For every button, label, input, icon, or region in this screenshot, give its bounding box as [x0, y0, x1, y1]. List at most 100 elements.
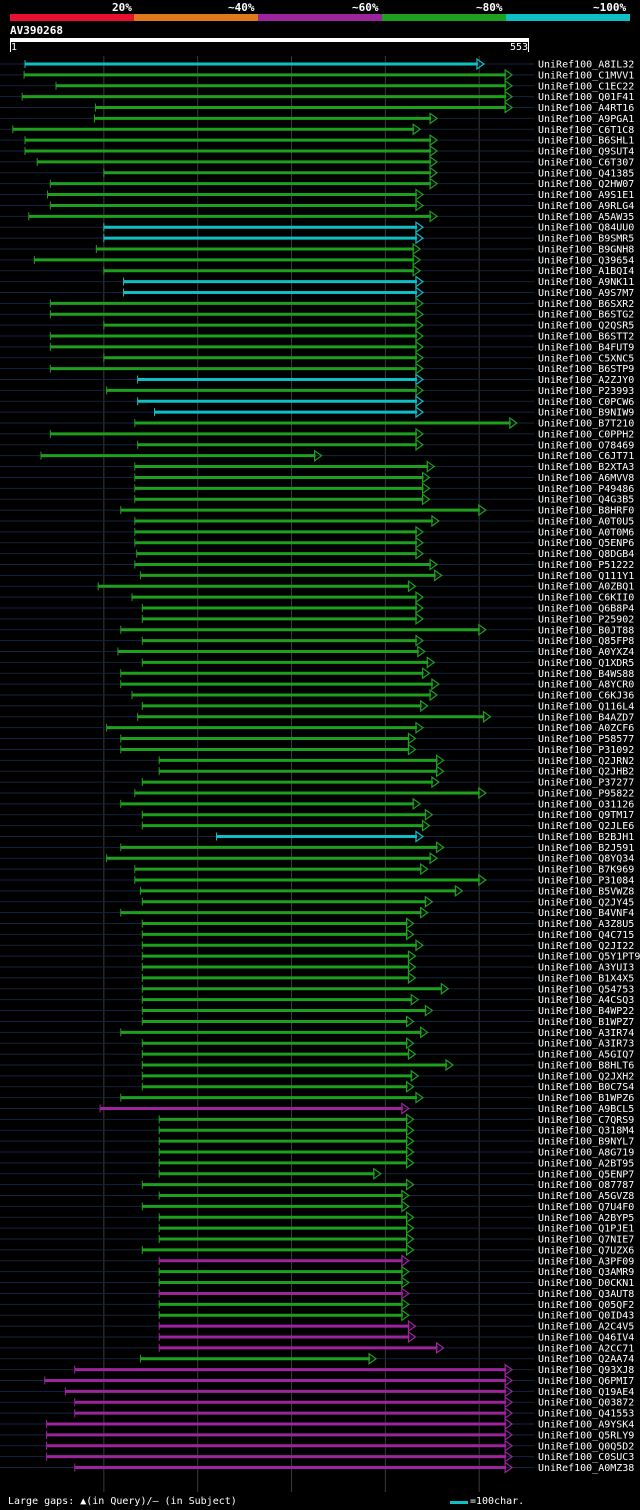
hit-label: UniRef100_Q2JXH2: [538, 1071, 634, 1082]
hit-label: UniRef100_Q7U4F0: [538, 1202, 634, 1213]
hit-label: UniRef100_A3PF09: [538, 1256, 634, 1267]
hit-label: UniRef100_A3IR73: [538, 1039, 634, 1050]
hit-label: UniRef100_C1MVV1: [538, 70, 634, 81]
hit-label: UniRef100_C6T1C8: [538, 125, 634, 136]
hit-label: UniRef100_Q5ENP7: [538, 1169, 634, 1180]
hit-label: UniRef100_Q0ID43: [538, 1311, 634, 1322]
hit-label: UniRef100_Q93XJ8: [538, 1365, 634, 1376]
hit-label: UniRef100_Q9TM17: [538, 810, 634, 821]
hit-label: UniRef100_Q1XDR5: [538, 658, 634, 669]
hit-label: UniRef100_B6STT2: [538, 332, 634, 343]
hit-label: UniRef100_A9BCL5: [538, 1104, 634, 1115]
hit-label: UniRef100_B6SHL1: [538, 136, 634, 147]
hit-label: UniRef100_Q2JY45: [538, 897, 634, 908]
footer-unit: =100char.: [470, 1496, 525, 1507]
hit-label: UniRef100_Q41553: [538, 1409, 634, 1420]
hit-label: UniRef100_Q5RLY9: [538, 1430, 634, 1441]
hit-label: UniRef100_C6T307: [538, 157, 634, 168]
hit-label: UniRef100_Q2JHB2: [538, 767, 634, 778]
hit-label: UniRef100_C0SUC3: [538, 1452, 634, 1463]
hit-label: UniRef100_B2XTA3: [538, 462, 634, 473]
hit-label: UniRef100_P31084: [538, 876, 634, 887]
hit-label: UniRef100_A0T0M6: [538, 527, 634, 538]
hit-label: UniRef100_Q1PJE1: [538, 1224, 634, 1235]
hit-label: UniRef100_A0ZBQ1: [538, 582, 634, 593]
hit-label: UniRef100_B9NYL7: [538, 1137, 634, 1148]
hit-label: UniRef100_A2CC71: [538, 1343, 634, 1354]
hit-label: UniRef100_C5XNC5: [538, 353, 634, 364]
hit-label: UniRef100_A1BQI4: [538, 266, 634, 277]
hit-label: UniRef100_Q6B8P4: [538, 604, 634, 615]
hit-label: UniRef100_A0MZ38: [538, 1463, 634, 1474]
hit-label: UniRef100_A0T0U5: [538, 516, 634, 527]
hit-label: UniRef100_Q7NIE7: [538, 1235, 634, 1246]
hit-label: UniRef100_A9S7M7: [538, 288, 634, 299]
hit-label: UniRef100_B7T210: [538, 419, 634, 430]
footer-scale-key: [450, 1501, 468, 1504]
hit-label: UniRef100_Q46IV4: [538, 1332, 634, 1343]
hit-label: UniRef100_O78469: [538, 440, 634, 451]
hit-label: UniRef100_A8YCR0: [538, 680, 634, 691]
hit-label: UniRef100_A2ZJY0: [538, 375, 634, 386]
hit-label: UniRef100_A2BYP5: [538, 1213, 634, 1224]
hit-label: UniRef100_Q2HW07: [538, 179, 634, 190]
hit-label: UniRef100_B8HRF0: [538, 506, 634, 517]
hit-label: UniRef100_A8G719: [538, 1148, 634, 1159]
hit-label: UniRef100_A3Z8U5: [538, 919, 634, 930]
footer-legend: Large gaps: ▲(in Query)/– (in Subject): [8, 1496, 237, 1507]
hit-label: UniRef100_B6SXR2: [538, 299, 634, 310]
hit-label: UniRef100_Q6PMI7: [538, 1376, 634, 1387]
hit-label: UniRef100_Q03872: [538, 1398, 634, 1409]
hit-label: UniRef100_B1WPZ6: [538, 1093, 634, 1104]
hit-label: UniRef100_Q01F41: [538, 92, 634, 103]
hit-label: UniRef100_B9SMR5: [538, 234, 634, 245]
hit-label: UniRef100_P58577: [538, 734, 634, 745]
hit-label: UniRef100_Q41385: [538, 168, 634, 179]
hit-label: UniRef100_P49486: [538, 484, 634, 495]
hit-label: UniRef100_B4WS88: [538, 669, 634, 680]
hit-label: UniRef100_B1WPZ7: [538, 1017, 634, 1028]
hit-label: UniRef100_C6KII0: [538, 593, 634, 604]
hit-label: UniRef100_A3YUI3: [538, 963, 634, 974]
hit-label: UniRef100_B5VWZ8: [538, 886, 634, 897]
hit-label: UniRef100_A3IR74: [538, 1028, 634, 1039]
hit-label: UniRef100_A0ZCF6: [538, 723, 634, 734]
hit-label: UniRef100_A0YXZ4: [538, 647, 634, 658]
hit-label: UniRef100_B7K969: [538, 865, 634, 876]
hit-label: UniRef100_Q116L4: [538, 701, 634, 712]
hit-label: UniRef100_B1X4X5: [538, 973, 634, 984]
hit-label: UniRef100_Q8YQ34: [538, 854, 634, 865]
hit-label: UniRef100_Q8DGB4: [538, 549, 634, 560]
hit-label: UniRef100_Q85FP8: [538, 636, 634, 647]
hit-label: UniRef100_Q19AE4: [538, 1387, 634, 1398]
hit-label: UniRef100_Q4G3B5: [538, 495, 634, 506]
hit-label: UniRef100_P95822: [538, 788, 634, 799]
hit-label: UniRef100_A9NK11: [538, 277, 634, 288]
hit-label: UniRef100_A5GVZ8: [538, 1191, 634, 1202]
hit-label: UniRef100_C7QRS9: [538, 1115, 634, 1126]
hit-label: UniRef100_C1EC22: [538, 81, 634, 92]
hit-label: UniRef100_A5GIQ7: [538, 1050, 634, 1061]
hit-label: UniRef100_C6JT71: [538, 451, 634, 462]
hit-label: UniRef100_A9S1E1: [538, 190, 634, 201]
hit-label: UniRef100_B0C7S4: [538, 1082, 634, 1093]
hit-label: UniRef100_A9RLG4: [538, 201, 634, 212]
hit-label: UniRef100_Q2JLE6: [538, 821, 634, 832]
hit-label: UniRef100_Q5Y1PT9: [538, 952, 640, 963]
hit-label: UniRef100_B8HLT6: [538, 1060, 634, 1071]
hit-label: UniRef100_A6MVV8: [538, 473, 634, 484]
hit-label: UniRef100_A4RT16: [538, 103, 634, 114]
hit-label: UniRef100_P31092: [538, 745, 634, 756]
hit-label: UniRef100_A2C4V5: [538, 1322, 634, 1333]
hit-label: UniRef100_Q0Q5D2: [538, 1441, 634, 1452]
hit-label: UniRef100_B9NIW9: [538, 408, 634, 419]
hit-label: UniRef100_B4VNF4: [538, 908, 634, 919]
hit-label: UniRef100_P37277: [538, 778, 634, 789]
hit-label: UniRef100_Q5ENP6: [538, 538, 634, 549]
hit-label: UniRef100_B9GNH8: [538, 244, 634, 255]
hit-label: UniRef100_P23993: [538, 386, 634, 397]
hit-label: UniRef100_Q3AMR9: [538, 1267, 634, 1278]
hit-label: UniRef100_B4WP22: [538, 1006, 634, 1017]
hit-label: UniRef100_A2BT95: [538, 1158, 634, 1169]
hit-label: UniRef100_Q2JRN2: [538, 756, 634, 767]
